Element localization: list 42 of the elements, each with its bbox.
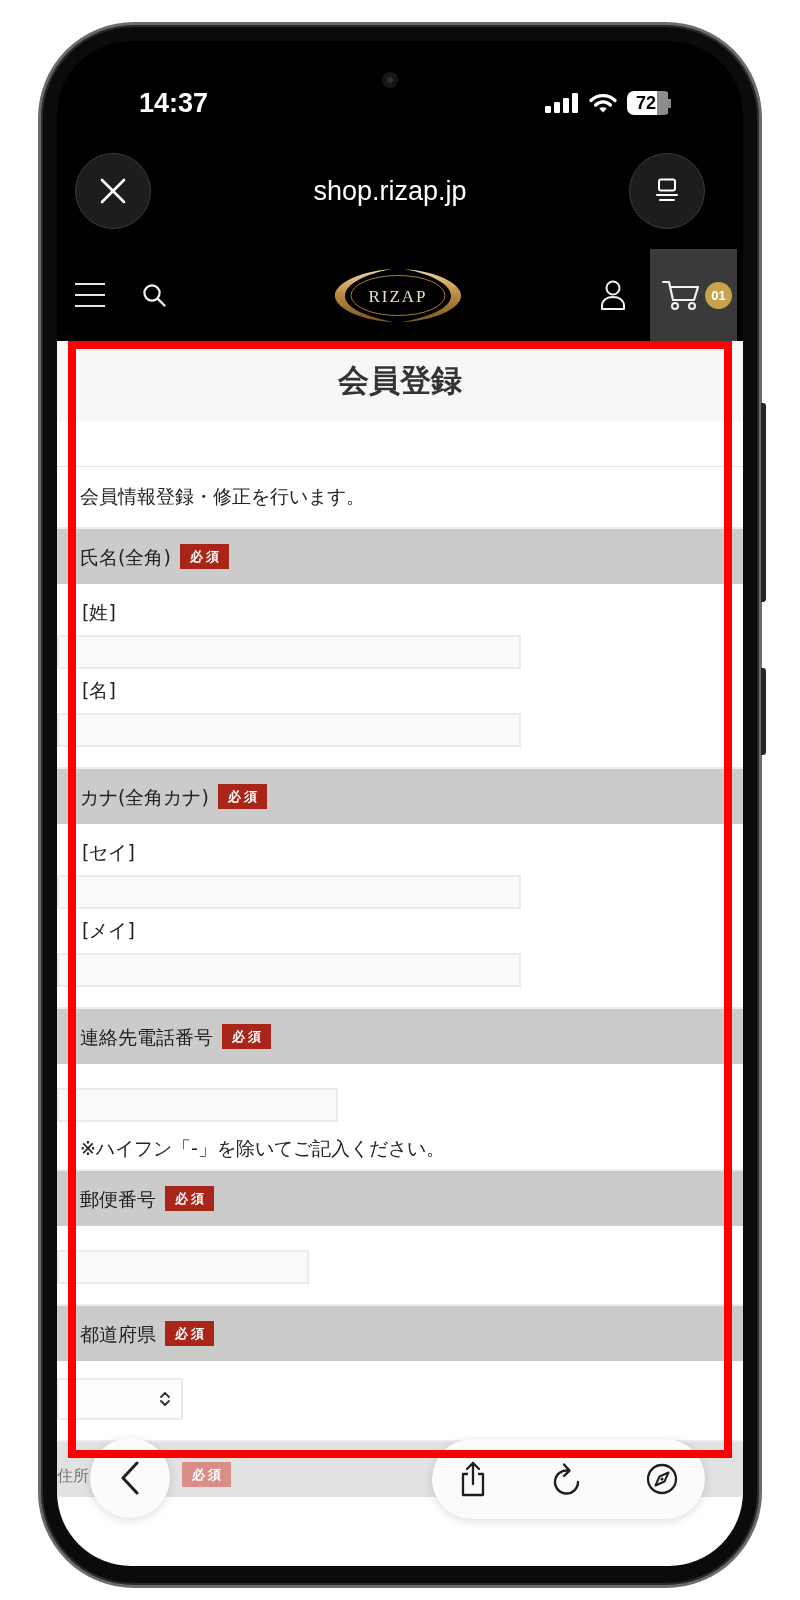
clock-time: 14:37 — [139, 87, 209, 119]
required-tag: 必須 — [179, 544, 229, 569]
prefecture-select[interactable] — [57, 1378, 183, 1420]
required-tag: 必須 — [165, 1186, 214, 1211]
wifi-icon — [589, 93, 617, 113]
field-label: 氏名(全角) — [80, 545, 171, 568]
menu-icon[interactable] — [75, 282, 105, 308]
required-tag: 必須 — [222, 1024, 271, 1049]
user-icon[interactable] — [600, 280, 626, 310]
close-icon — [100, 178, 126, 204]
text-field[interactable] — [57, 713, 521, 747]
text-field[interactable] — [57, 875, 521, 909]
page-title: 会員登録 — [338, 362, 462, 400]
text-field[interactable] — [57, 635, 521, 669]
input-label: [セイ] — [81, 841, 135, 863]
window-lines-icon — [655, 178, 679, 204]
search-icon[interactable] — [142, 283, 166, 307]
required-tag: 必須 — [182, 1462, 231, 1487]
input-label: [姓] — [81, 601, 116, 623]
compass-icon[interactable] — [646, 1463, 678, 1495]
field-label: 住所 — [57, 1465, 89, 1487]
input-label: [メイ] — [81, 919, 135, 941]
url-text[interactable]: shop.rizap.jp — [313, 175, 467, 207]
text-field[interactable] — [57, 953, 521, 987]
front-camera-icon — [382, 72, 398, 88]
postal-code-field[interactable] — [57, 1250, 309, 1284]
required-tag: 必須 — [165, 1321, 214, 1346]
battery-indicator: 72 — [627, 91, 671, 115]
back-icon — [120, 1461, 140, 1495]
field-label: 連絡先電話番号 — [80, 1025, 213, 1048]
required-tag: 必須 — [217, 784, 267, 809]
cart-count: 01 — [705, 281, 732, 309]
field-label: 都道府県 — [80, 1322, 156, 1345]
phone-field[interactable] — [57, 1088, 338, 1122]
field-label: カナ(全角カナ) — [80, 785, 209, 808]
reload-icon[interactable] — [552, 1462, 582, 1496]
cart-icon — [662, 279, 700, 311]
field-label: 郵便番号 — [80, 1187, 156, 1210]
signal-icon — [545, 93, 579, 113]
hint-text: ※ハイフン「-」を除いてご記入ください。 — [79, 1137, 446, 1159]
input-label: [名] — [81, 679, 116, 701]
chevron-up-down-icon — [159, 1390, 171, 1408]
